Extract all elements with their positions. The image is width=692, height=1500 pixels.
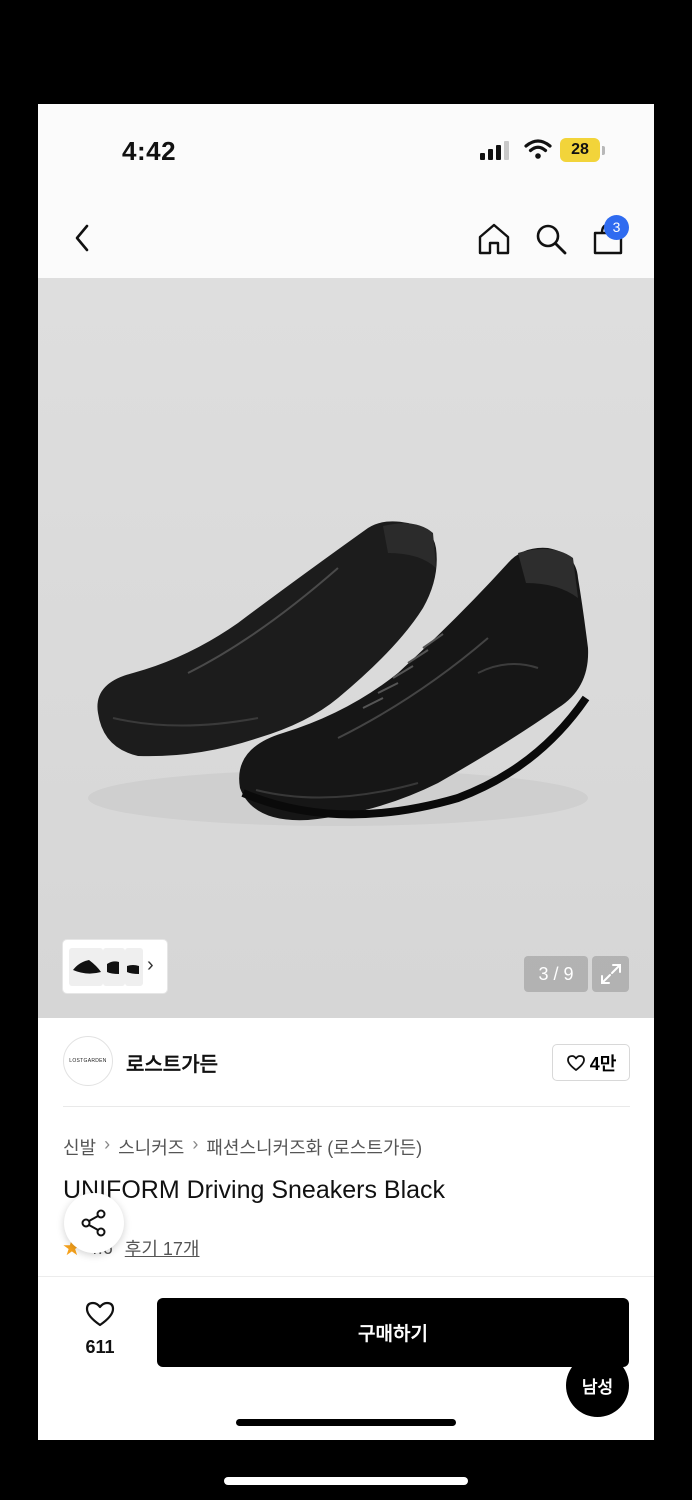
home-indicator (236, 1419, 456, 1426)
breadcrumb-separator-icon: › (104, 1134, 111, 1154)
share-button[interactable] (64, 1193, 124, 1253)
outer-home-indicator (224, 1477, 468, 1485)
gender-filter-button[interactable]: 남성 (566, 1354, 629, 1417)
breadcrumb-separator-icon: › (192, 1134, 199, 1154)
expand-icon[interactable] (592, 956, 629, 992)
brand-like-count: 4만 (589, 1053, 617, 1074)
chevron-left-icon[interactable] (68, 220, 96, 256)
search-icon[interactable] (532, 220, 570, 258)
thumbnail-strip[interactable]: › (63, 940, 167, 993)
heart-icon (566, 1054, 585, 1071)
breadcrumb-item-3[interactable]: 패션스니커즈화 (로스트가든) (206, 1134, 422, 1160)
breadcrumb: 신발 › 스니커즈 › 패션스니커즈화 (로스트가든) (63, 1134, 422, 1160)
home-icon[interactable] (475, 220, 513, 258)
product-image-gallery[interactable]: › 3 / 9 (38, 278, 654, 1018)
status-bar: 4:42 28 (38, 104, 654, 196)
breadcrumb-item-2[interactable]: 스니커즈 (118, 1134, 184, 1160)
cellular-signal-icon (480, 140, 510, 160)
wishlist-button[interactable]: 611 (68, 1300, 132, 1358)
status-time: 4:42 (122, 136, 177, 166)
heart-icon (85, 1301, 115, 1327)
image-counter: 3 / 9 (524, 956, 588, 992)
wishlist-count: 611 (85, 1337, 115, 1357)
brand-name[interactable]: 로스트가든 (126, 1048, 218, 1077)
wifi-icon (524, 139, 552, 159)
phone-screen: 4:42 28 3 › 3 / 9 LOSTGARDEN 로스트가든 4만 신발… (38, 104, 654, 1440)
top-navigation (38, 196, 654, 278)
brand-logo[interactable]: LOSTGARDEN (63, 1036, 113, 1086)
brand-like-button[interactable]: 4만 (552, 1044, 630, 1081)
breadcrumb-item-1[interactable]: 신발 (63, 1134, 96, 1160)
thumbnail-shoe-icons (73, 960, 139, 974)
share-icon (81, 1209, 106, 1237)
battery-tip (602, 146, 605, 155)
battery-indicator: 28 (560, 138, 600, 162)
reviews-link[interactable]: 후기 17개 (125, 1235, 200, 1261)
buy-button[interactable]: 구매하기 (157, 1298, 629, 1367)
divider (63, 1106, 630, 1107)
cart-count-badge: 3 (604, 215, 629, 240)
brand-logo-text: LOSTGARDEN (69, 1058, 107, 1064)
chevron-right-icon[interactable]: › (147, 954, 154, 977)
product-photo (88, 521, 590, 826)
product-title: UNIFORM Driving Sneakers Black (63, 1176, 446, 1204)
